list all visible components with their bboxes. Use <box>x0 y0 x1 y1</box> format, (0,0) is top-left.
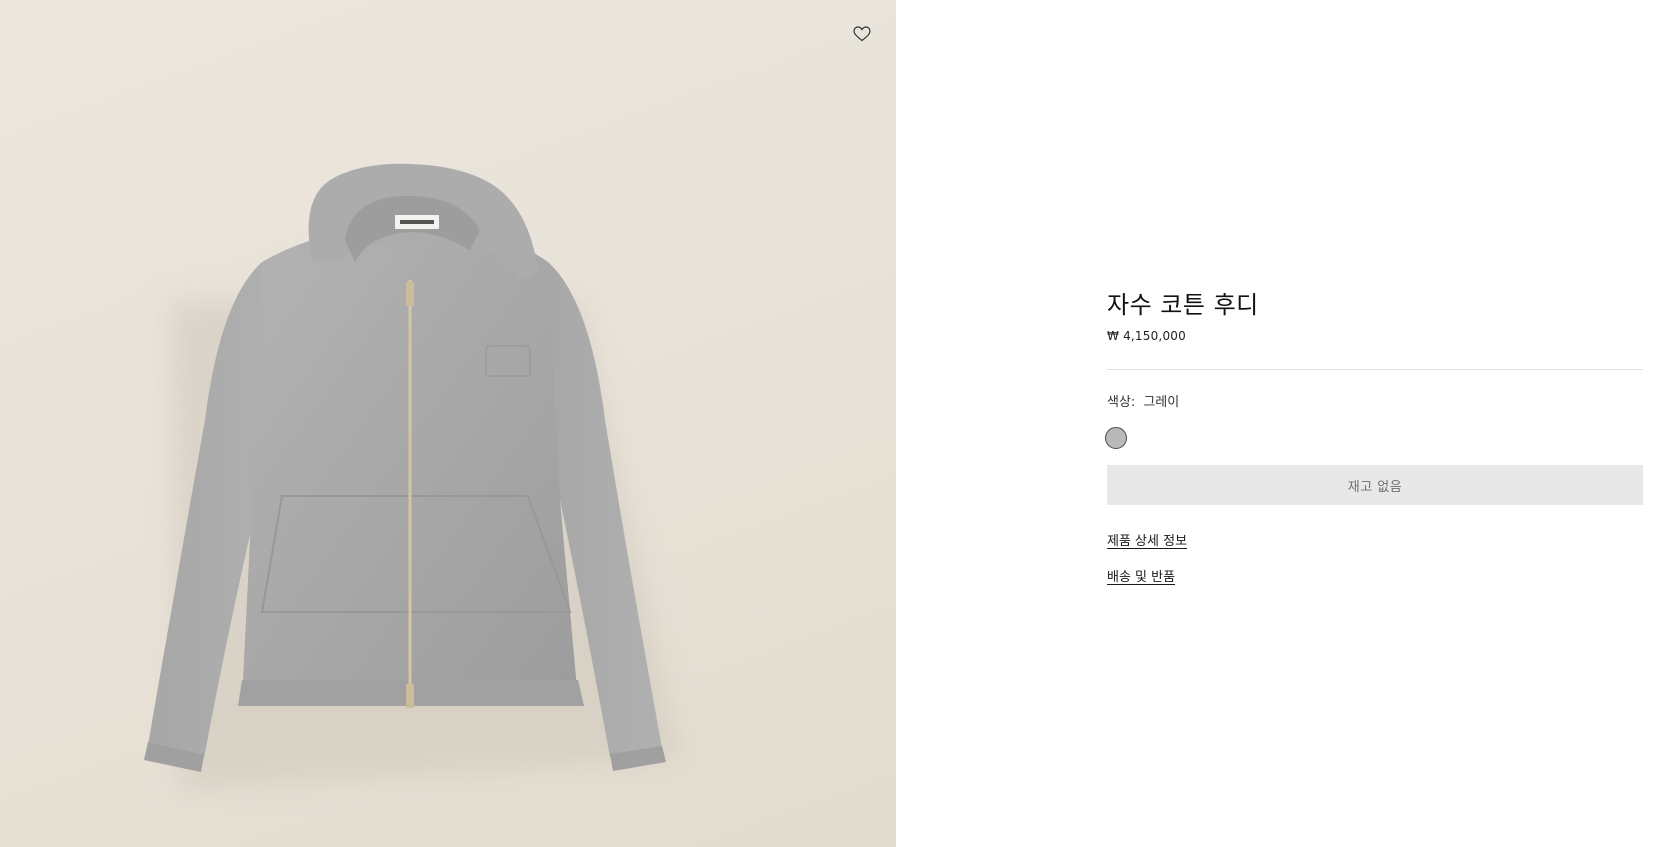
product-details-link[interactable]: 제품 상세 정보 <box>1107 530 1643 549</box>
product-page: 자수 코튼 후디 ₩ 4,150,000 색상: 그레이 재고 없음 제품 상세… <box>0 0 1676 847</box>
sold-out-button[interactable]: 재고 없음 <box>1107 465 1643 505</box>
swatch-row <box>1105 425 1643 451</box>
heart-icon <box>853 26 871 42</box>
product-image-panel <box>0 0 896 847</box>
product-image <box>144 163 680 790</box>
color-value: 그레이 <box>1143 395 1180 410</box>
shipping-returns-link[interactable]: 배송 및 반품 <box>1107 566 1643 585</box>
product-title: 자수 코튼 후디 <box>1107 291 1259 319</box>
info-links: 제품 상세 정보 배송 및 반품 <box>1107 530 1643 585</box>
product-price: ₩ 4,150,000 <box>1107 329 1186 343</box>
color-label: 색상: <box>1107 395 1136 410</box>
color-selection: 색상: 그레이 <box>1107 391 1643 410</box>
divider <box>1107 369 1643 370</box>
color-swatch-gray[interactable] <box>1105 427 1127 449</box>
product-info: 자수 코튼 후디 ₩ 4,150,000 색상: 그레이 재고 없음 제품 상세… <box>1105 288 1643 602</box>
wishlist-button[interactable] <box>850 22 874 46</box>
